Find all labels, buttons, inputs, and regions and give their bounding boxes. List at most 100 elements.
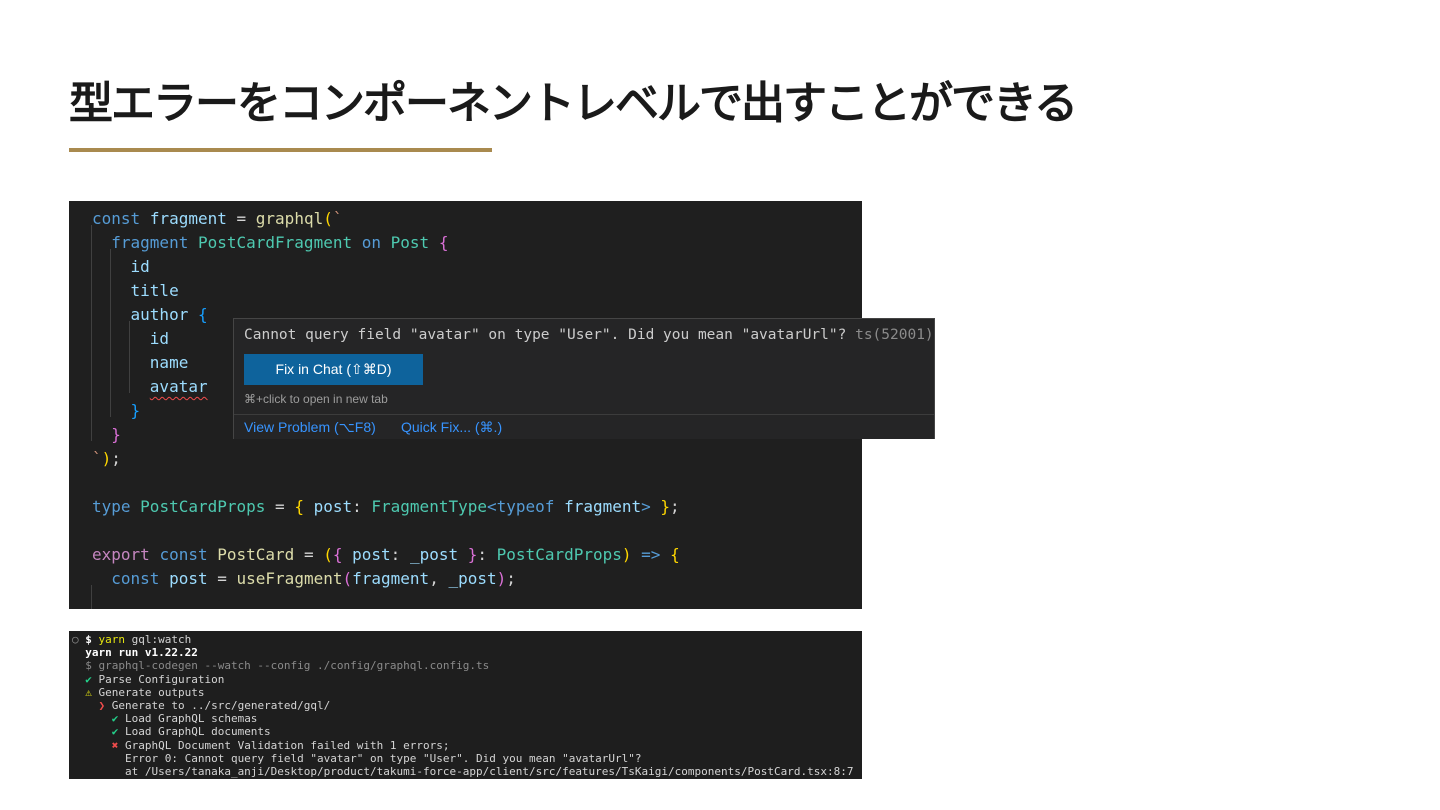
token: const [92, 209, 141, 228]
token: ) [621, 545, 632, 564]
fix-in-chat-button[interactable]: Fix in Chat (⇧⌘D) [244, 354, 423, 385]
terminal-line: yarn run v1.22.22 [72, 646, 198, 659]
open-tab-hint: ⌘+click to open in new tab [244, 392, 388, 406]
quick-fix-link[interactable]: Quick Fix... (⌘.) [401, 419, 502, 436]
token: gql:watch [125, 633, 192, 646]
token: fragment [352, 569, 430, 588]
code-line: id [92, 255, 150, 279]
hover-action-bar: View Problem (⌥F8) Quick Fix... (⌘.) [234, 414, 934, 439]
token: Load GraphQL schemas [118, 712, 258, 726]
token: fragment [564, 497, 642, 516]
error-hover-popup: Cannot query field "avatar" on type "Use… [233, 318, 935, 439]
token: ; [670, 497, 680, 516]
token: = [226, 209, 256, 228]
error-code: ts(52001) [855, 327, 934, 343]
error-message-text: Cannot query field "avatar" on type "Use… [244, 327, 847, 343]
code-line: title [92, 279, 179, 303]
token: ( [323, 209, 333, 228]
token: FragmentType [371, 497, 487, 516]
token: graphql [255, 209, 324, 228]
code-line: } [92, 423, 121, 447]
code-line: export const PostCard = ({ post: _post }… [92, 543, 680, 567]
token: { [197, 305, 208, 324]
token: ` [332, 209, 343, 228]
code-line: id [92, 327, 169, 351]
token: $ [85, 633, 99, 646]
terminal-line: ✔ Load GraphQL schemas [72, 712, 258, 726]
token: _post [409, 545, 459, 564]
token: Generate to ../src/generated/gql/ [105, 699, 331, 712]
token: ; [111, 449, 121, 468]
code-line: type PostCardProps = { post: FragmentTyp… [92, 495, 680, 519]
terminal-line: ⚠ Generate outputs [72, 686, 204, 699]
token: ` [92, 449, 102, 468]
token: PostCardFragment [197, 233, 353, 252]
token: post [313, 497, 353, 516]
token: fragment [111, 233, 189, 252]
token: typeof [496, 497, 555, 516]
token: } [467, 545, 478, 564]
token: PostCardProps [496, 545, 622, 564]
token: const [159, 545, 208, 564]
token: : [352, 497, 372, 516]
token: } [111, 425, 121, 444]
token: { [332, 545, 343, 564]
token: } [660, 497, 671, 516]
code-line: avatar [92, 375, 208, 399]
token: : [477, 545, 497, 564]
token: PostCard [217, 545, 295, 564]
token: author [130, 305, 189, 324]
terminal-panel[interactable]: ○ $ yarn gql:watch yarn run v1.22.22 $ g… [69, 631, 862, 779]
token: ( [323, 545, 333, 564]
token: ✔ [72, 672, 92, 686]
token: { [438, 233, 449, 252]
token: yarn run v1.22.22 [72, 646, 198, 660]
token: ) [496, 569, 507, 588]
terminal-line: at /Users/tanaka_anji/Desktop/product/ta… [72, 765, 854, 778]
token: { [670, 545, 680, 564]
token: < [486, 497, 497, 516]
error-message: Cannot query field "avatar" on type "Use… [244, 325, 934, 345]
slide-title: 型エラーをコンポーネントレベルで出すことができる [69, 78, 1078, 129]
title-underline [69, 148, 492, 152]
token: ) [101, 449, 112, 468]
code-line: `); [92, 447, 121, 471]
token: const [111, 569, 160, 588]
token: on [361, 233, 381, 252]
token: export [92, 545, 150, 564]
terminal-line: ✔ Load GraphQL documents [72, 725, 271, 738]
terminal-line: ✖ GraphQL Document Validation failed wit… [72, 739, 450, 752]
token: = [265, 497, 295, 516]
token: $ graphql-codegen --watch --config ./con… [72, 659, 490, 673]
code-line: author { [92, 303, 208, 327]
token: { [294, 497, 304, 516]
view-problem-link[interactable]: View Problem (⌥F8) [244, 419, 376, 436]
token: _post [448, 569, 497, 588]
token: at /Users/tanaka_anji/Desktop/product/ta… [72, 765, 854, 778]
token: PostCardProps [140, 497, 266, 516]
token: = [207, 569, 237, 588]
token: ○ [72, 633, 86, 646]
token: ❯ [72, 699, 106, 712]
terminal-line: ❯ Generate to ../src/generated/gql/ [72, 699, 330, 712]
terminal-line: Error 0: Cannot query field "avatar" on … [72, 752, 642, 765]
code-line: } [92, 399, 141, 423]
